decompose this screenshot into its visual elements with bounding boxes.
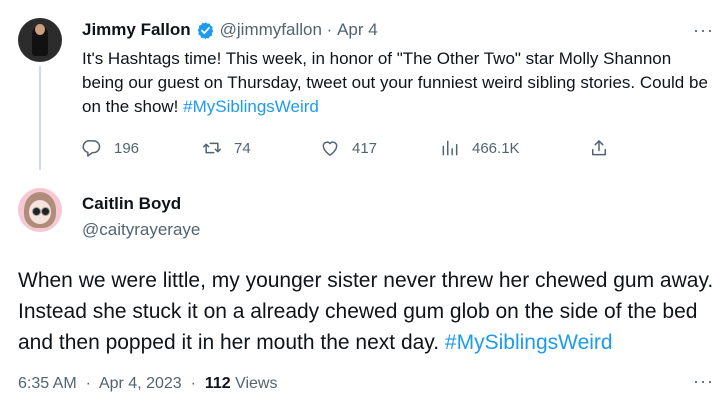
tweet-actions: 196 74 417 466.1K — [82, 138, 622, 164]
tweet-time[interactable]: 6:35 AM — [18, 375, 77, 392]
hashtag-link[interactable]: #MySiblingsWeird — [445, 331, 613, 354]
avatar-jimmy-fallon[interactable] — [18, 18, 62, 62]
hashtag-link[interactable]: #MySiblingsWeird — [183, 97, 319, 116]
share-icon — [592, 140, 606, 156]
views-count: 112 — [204, 375, 231, 392]
tweet-text-body: It's Hashtags time! This week, in honor … — [82, 49, 708, 116]
avatar-caitlin-boyd[interactable] — [18, 188, 62, 232]
avatar-head — [35, 24, 45, 35]
thread-connector-line — [39, 66, 41, 170]
tweet-date[interactable]: Apr 4, 2023 — [99, 375, 182, 392]
author-handle[interactable]: @caityrayeraye — [82, 220, 200, 240]
author-name[interactable]: Caitlin Boyd — [82, 194, 181, 214]
avatar-eye-left — [32, 207, 41, 216]
reply-icon — [82, 140, 101, 157]
tweet-text: It's Hashtags time! This week, in honor … — [82, 47, 712, 119]
avatar-eye-right — [41, 207, 50, 216]
tweet-text: When we were little, my younger sister n… — [18, 265, 723, 358]
tweet-meta: 6:35 AM · Apr 4, 2023 · 112 Views — [18, 375, 277, 393]
meta-separator-2: · — [190, 375, 196, 392]
author-handle[interactable]: @jimmyfallon — [220, 20, 322, 40]
retweet-count: 74 — [234, 139, 251, 157]
more-dots-icon[interactable]: ··· — [693, 20, 714, 41]
more-dots-icon[interactable]: ··· — [693, 371, 714, 392]
focused-tweet: Caitlin Boyd @caityrayeraye ··· When we … — [0, 180, 728, 410]
like-button[interactable]: 417 — [320, 138, 377, 158]
author-name[interactable]: Jimmy Fallon — [82, 20, 191, 40]
retweet-icon — [202, 142, 222, 154]
verified-badge-icon — [197, 21, 213, 39]
views-label: Views — [235, 375, 278, 392]
reply-count: 196 — [114, 139, 140, 157]
header-separator: · — [326, 20, 333, 39]
views-count: 466.1K — [472, 139, 520, 157]
parent-tweet[interactable]: Jimmy Fallon @jimmyfallon · Apr 4 ··· It… — [0, 0, 728, 180]
like-count: 417 — [352, 139, 378, 157]
tweet-header: Jimmy Fallon @jimmyfallon · Apr 4 — [82, 20, 378, 40]
views-chart-icon — [442, 140, 458, 156]
tweet-date[interactable]: Apr 4 — [337, 20, 378, 40]
reply-button[interactable]: 196 — [82, 138, 139, 158]
share-button[interactable] — [589, 138, 621, 158]
meta-separator: · — [85, 375, 91, 392]
retweet-button[interactable]: 74 — [202, 138, 251, 158]
heart-icon — [322, 141, 338, 156]
views-button[interactable]: 466.1K — [440, 138, 520, 158]
